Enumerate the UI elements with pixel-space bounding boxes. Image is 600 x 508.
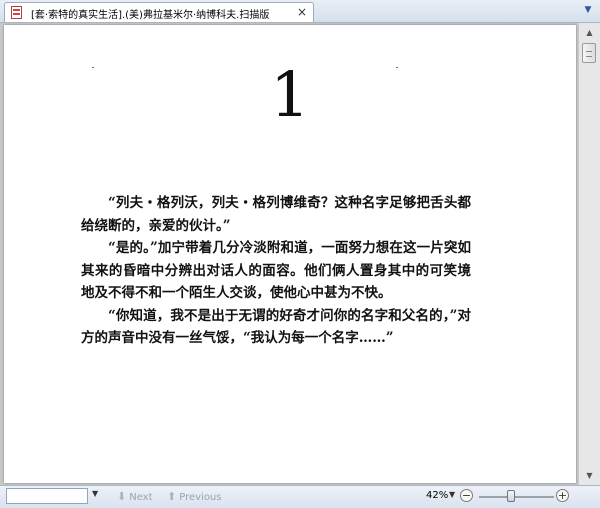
find-dropdown-icon[interactable]: ▼ (92, 489, 98, 498)
close-icon[interactable]: × (297, 5, 307, 19)
document-tab[interactable]: [套·索特的真实生活].(美)弗拉基米尔·纳博科夫.扫描版 × (4, 2, 314, 22)
find-input[interactable] (6, 488, 88, 504)
arrow-up-icon: ⬆ (167, 490, 177, 503)
scroll-down-icon[interactable]: ▼ (582, 468, 597, 483)
tab-list-dropdown-icon[interactable]: ▼ (582, 4, 594, 16)
next-button[interactable]: ⬇ Next (117, 490, 153, 503)
vertical-scrollbar[interactable]: ▲ ▼ (578, 23, 600, 485)
scroll-up-icon[interactable]: ▲ (582, 25, 597, 40)
zoom-dropdown-icon[interactable]: ▼ (449, 490, 455, 499)
zoom-in-button[interactable]: + (556, 489, 569, 502)
zoom-level[interactable]: 42% (426, 490, 448, 501)
previous-label: Previous (179, 492, 222, 503)
paragraph: “你知道，我不是出于无谓的好奇才问你的名字和父名的，”对方的声音中没有一丝气馁，… (81, 307, 471, 347)
arrow-down-icon: ⬇ (117, 490, 127, 503)
bottom-toolbar: ▼ ⬇ Next ⬆ Previous 42% ▼ − + (0, 485, 600, 508)
tab-title: [套·索特的真实生活].(美)弗拉基米尔·纳博科夫.扫描版 (31, 10, 270, 21)
paragraph: “是的。”加宁带着几分冷淡附和道，一面努力想在这一片突如其来的昏暗中分辨出对话人… (81, 240, 471, 301)
page-text: “列夫・格列沃，列夫・格列博维奇？这种名字足够把舌头都给绕断的，亲爱的伙计。” … (81, 192, 471, 350)
scrollbar-thumb[interactable] (582, 43, 596, 63)
zoom-slider-track[interactable] (479, 496, 554, 498)
chapter-number: 1 (270, 58, 310, 131)
zoom-out-button[interactable]: − (460, 489, 473, 502)
previous-button[interactable]: ⬆ Previous (167, 490, 221, 503)
paragraph: “列夫・格列沃，列夫・格列博维奇？这种名字足够把舌头都给绕断的，亲爱的伙计。” (81, 195, 471, 234)
zoom-slider-thumb[interactable] (506, 490, 515, 502)
next-label: Next (129, 492, 153, 503)
tab-bar: [套·索特的真实生活].(美)弗拉基米尔·纳博科夫.扫描版 × ▼ (0, 0, 600, 23)
pdf-file-icon (11, 6, 22, 19)
document-viewport[interactable]: 1 “列夫・格列沃，列夫・格列博维奇？这种名字足够把舌头都给绕断的，亲爱的伙计。… (0, 23, 600, 485)
document-page: 1 “列夫・格列沃，列夫・格列博维奇？这种名字足够把舌头都给绕断的，亲爱的伙计。… (4, 25, 576, 483)
